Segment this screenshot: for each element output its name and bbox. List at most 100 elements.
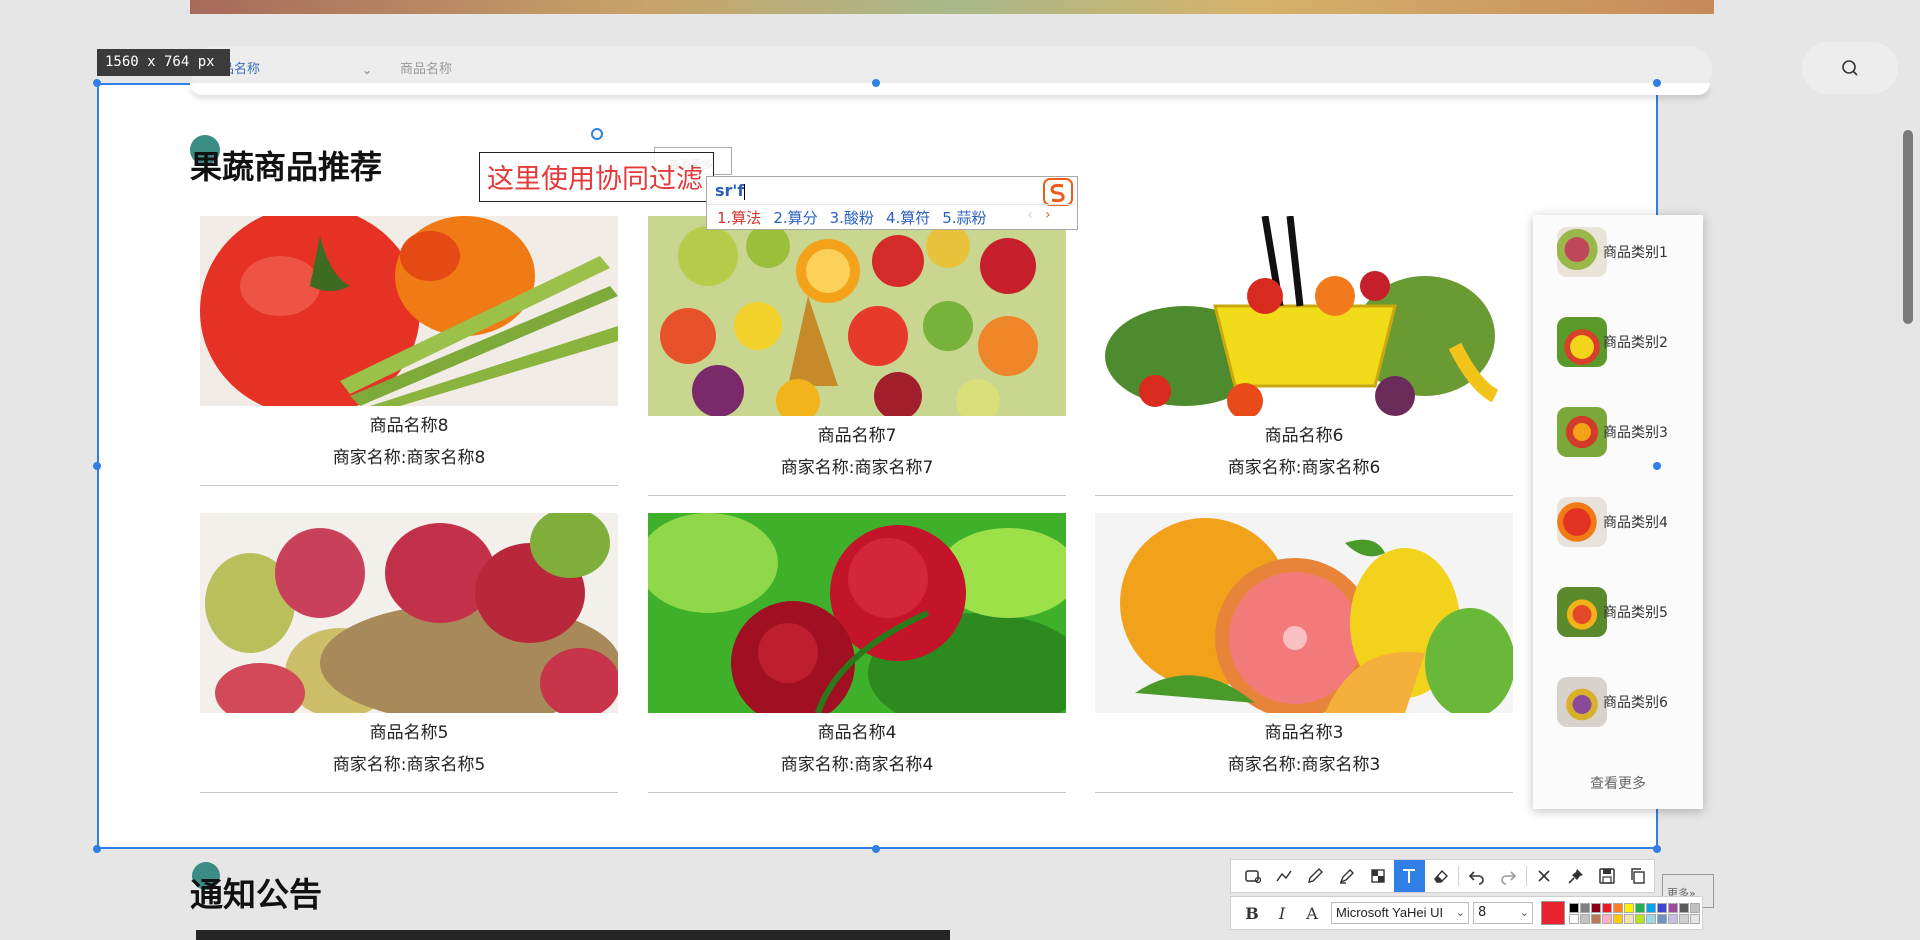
category-item[interactable]: 商品类别2 <box>1557 316 1697 368</box>
product-card[interactable]: 商品名称8 商家名称:商家名称8 <box>200 216 618 486</box>
save-icon[interactable] <box>1591 860 1622 892</box>
rotate-handle-icon[interactable] <box>591 128 603 140</box>
text-icon[interactable] <box>1393 860 1425 892</box>
notice-image-strip <box>196 930 950 940</box>
resize-handle[interactable] <box>872 845 880 853</box>
category-item[interactable]: 商品类别4 <box>1557 496 1697 548</box>
product-card[interactable]: 商品名称7 商家名称:商家名称7 <box>648 216 1066 496</box>
product-merchant: 商家名称:商家名称8 <box>332 448 486 468</box>
product-name[interactable]: 商品名称6 <box>1095 424 1513 448</box>
category-label: 商品类别4 <box>1603 515 1668 531</box>
category-item[interactable]: 商品类别5 <box>1557 586 1697 638</box>
category-sidebar: 商品类别1 商品类别2 商品类别3 商品类别4 商品类别5 商品类别6 查看更多 <box>1533 215 1703 809</box>
toolbar-separator <box>1525 866 1527 886</box>
product-name[interactable]: 商品名称8 <box>200 414 618 438</box>
product-card[interactable]: 商品名称3 商家名称:商家名称3 <box>1095 513 1513 793</box>
search-bar-bottom <box>190 83 1710 95</box>
redo-icon[interactable] <box>1492 860 1523 892</box>
search-button[interactable] <box>1802 42 1898 94</box>
page-scrollbar[interactable] <box>1903 130 1913 324</box>
color-swatch[interactable] <box>1591 902 1601 913</box>
color-swatch[interactable] <box>1690 913 1700 924</box>
search-input[interactable]: 商品名称 <box>400 58 1000 82</box>
product-name[interactable]: 商品名称5 <box>200 721 618 745</box>
current-color-swatch[interactable] <box>1541 901 1565 925</box>
resize-handle[interactable] <box>1653 462 1661 470</box>
outline-text-icon[interactable]: A <box>1297 898 1327 928</box>
category-item[interactable]: 商品类别3 <box>1557 406 1697 458</box>
copy-icon[interactable] <box>1623 860 1654 892</box>
resize-handle[interactable] <box>1653 79 1661 87</box>
color-swatch[interactable] <box>1613 902 1623 913</box>
resize-handle[interactable] <box>872 79 880 87</box>
eraser-icon[interactable] <box>1425 860 1456 892</box>
divider <box>1095 495 1513 496</box>
sidebar-more-link[interactable]: 查看更多 <box>1533 773 1703 793</box>
product-name[interactable]: 商品名称7 <box>648 424 1066 448</box>
color-swatch[interactable] <box>1624 913 1634 924</box>
color-swatch[interactable] <box>1602 913 1612 924</box>
color-swatch[interactable] <box>1624 902 1634 913</box>
product-card[interactable]: 商品名称6 商家名称:商家名称6 <box>1095 216 1513 496</box>
ime-candidate[interactable]: 3.酸粉 <box>830 207 874 228</box>
capture-size-label: 1560 x 764 px <box>97 49 230 76</box>
color-swatch[interactable] <box>1668 913 1678 924</box>
category-label: 商品类别5 <box>1603 605 1668 621</box>
resize-handle[interactable] <box>93 462 101 470</box>
chevron-down-icon: ⌄ <box>361 63 372 77</box>
resize-handle[interactable] <box>93 845 101 853</box>
pen-icon[interactable] <box>1300 860 1331 892</box>
italic-icon[interactable]: I <box>1267 898 1297 928</box>
marker-icon[interactable] <box>1331 860 1362 892</box>
pin-icon[interactable] <box>1560 860 1591 892</box>
toolbar-separator <box>1458 866 1460 886</box>
color-swatch[interactable] <box>1569 913 1579 924</box>
color-swatch[interactable] <box>1668 902 1678 913</box>
color-swatch[interactable] <box>1580 902 1590 913</box>
color-swatch[interactable] <box>1613 913 1623 924</box>
resize-handle[interactable] <box>1653 845 1661 853</box>
color-swatch[interactable] <box>1679 902 1689 913</box>
mosaic-icon[interactable] <box>1362 860 1393 892</box>
ime-candidate[interactable]: 1.算法 <box>717 207 761 228</box>
color-swatch[interactable] <box>1602 902 1612 913</box>
banner-strip <box>190 0 1714 14</box>
ime-candidate[interactable]: 5.蒜粉 <box>942 207 986 228</box>
product-name[interactable]: 商品名称3 <box>1095 721 1513 745</box>
undo-icon[interactable] <box>1461 860 1492 892</box>
polyline-icon[interactable] <box>1268 860 1299 892</box>
category-label: 商品类别6 <box>1603 695 1668 711</box>
color-swatch[interactable] <box>1635 913 1645 924</box>
color-swatch[interactable] <box>1690 902 1700 913</box>
category-item[interactable]: 商品类别6 <box>1557 676 1697 728</box>
ime-next-page-icon[interactable]: › <box>1045 207 1051 223</box>
color-swatch[interactable] <box>1657 913 1667 924</box>
bold-icon[interactable]: B <box>1237 898 1267 928</box>
color-swatch[interactable] <box>1646 913 1656 924</box>
font-size-select[interactable]: 8 ⌄ <box>1473 902 1533 924</box>
ime-candidate[interactable]: 2.算分 <box>773 207 817 228</box>
resize-handle[interactable] <box>93 79 101 87</box>
font-family-select[interactable]: Microsoft YaHei UI ⌄ <box>1331 902 1469 924</box>
color-swatch[interactable] <box>1646 902 1656 913</box>
ime-logo-icon <box>1043 178 1073 206</box>
product-card[interactable]: 商品名称5 商家名称:商家名称5 <box>200 513 618 793</box>
ime-prev-page-icon[interactable]: ‹ <box>1027 207 1033 223</box>
category-item[interactable]: 商品类别1 <box>1557 226 1697 278</box>
ime-candidate[interactable]: 4.算符 <box>886 207 930 228</box>
color-swatch[interactable] <box>1569 902 1579 913</box>
drawing-toolbar <box>1230 859 1655 893</box>
product-merchant: 商家名称:商家名称6 <box>1227 458 1381 478</box>
product-image <box>200 513 618 713</box>
color-swatch[interactable] <box>1635 902 1645 913</box>
rectangle-icon[interactable] <box>1237 860 1268 892</box>
color-swatch[interactable] <box>1580 913 1590 924</box>
close-icon[interactable] <box>1529 860 1560 892</box>
color-swatch[interactable] <box>1657 902 1667 913</box>
color-swatch[interactable] <box>1591 913 1601 924</box>
text-annotation[interactable]: 这里使用协同过滤 <box>487 157 703 196</box>
product-name[interactable]: 商品名称4 <box>648 721 1066 745</box>
color-swatch[interactable] <box>1679 913 1689 924</box>
product-card[interactable]: 商品名称4 商家名称:商家名称4 <box>648 513 1066 793</box>
ime-composition-text: sr'f <box>715 181 745 200</box>
